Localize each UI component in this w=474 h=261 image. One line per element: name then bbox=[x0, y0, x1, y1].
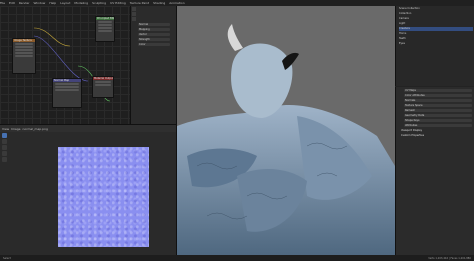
tab-modeling[interactable]: Modeling bbox=[74, 1, 88, 5]
node-normal-map[interactable]: Normal Map bbox=[52, 78, 82, 108]
node-editor[interactable]: Image Texture Principled BSDF Normal Map… bbox=[0, 6, 131, 124]
tab-view[interactable] bbox=[132, 17, 136, 21]
node-title: Principled BSDF bbox=[96, 17, 114, 20]
status-bar: Select Verts 1,203,442 | Faces 1,201,880 bbox=[0, 255, 474, 261]
outliner-item[interactable]: Camera bbox=[399, 17, 473, 21]
outliner-item[interactable]: Scene Collection bbox=[399, 7, 473, 11]
select-tool-icon[interactable] bbox=[2, 133, 7, 138]
node-title: Material Output bbox=[93, 77, 113, 80]
menu-window[interactable]: Window bbox=[34, 1, 46, 5]
3d-viewport[interactable] bbox=[177, 6, 395, 255]
prop-row[interactable]: Remesh bbox=[404, 109, 472, 112]
tab-sculpting[interactable]: Sculpting bbox=[92, 1, 106, 5]
tab-shading[interactable]: Shading bbox=[153, 1, 165, 5]
prop-row[interactable]: Shape Keys bbox=[404, 119, 472, 122]
clone-tool-icon[interactable] bbox=[2, 151, 7, 156]
image-name-field[interactable]: normal_map.png bbox=[23, 127, 48, 131]
prop-row[interactable]: UV Maps bbox=[404, 89, 472, 92]
outliner-item[interactable]: Teeth bbox=[399, 37, 473, 41]
outliner-item[interactable]: Eyes bbox=[399, 42, 473, 46]
prop-row[interactable]: Normals bbox=[404, 99, 472, 102]
prop-row[interactable]: Attributes bbox=[404, 124, 472, 127]
normal-map-image bbox=[58, 147, 149, 247]
image-editor-menu-view[interactable]: View bbox=[2, 127, 9, 131]
creature-sculpt bbox=[177, 6, 395, 255]
fill-tool-icon[interactable] bbox=[2, 157, 7, 162]
prop-field[interactable]: Mapping bbox=[138, 28, 170, 31]
status-right: Verts 1,203,442 | Faces 1,201,880 bbox=[428, 256, 471, 260]
node-properties-panel: Normal Mapping Vector Strength Color bbox=[131, 6, 177, 124]
prop-field[interactable]: Strength bbox=[138, 38, 170, 41]
outliner-item-selected[interactable]: Creature bbox=[399, 27, 473, 31]
tab-animation[interactable]: Animation bbox=[169, 1, 184, 5]
tab-layout[interactable]: Layout bbox=[60, 1, 70, 5]
brush-tool-icon[interactable] bbox=[2, 139, 7, 144]
tab-item[interactable] bbox=[132, 7, 136, 11]
outliner[interactable]: Scene Collection Collection Camera Light… bbox=[395, 6, 474, 86]
menu-edit[interactable]: Edit bbox=[9, 1, 15, 5]
outliner-item[interactable]: Collection bbox=[399, 12, 473, 16]
node-image-texture[interactable]: Image Texture bbox=[12, 38, 36, 74]
prop-row[interactable]: Geometry Data bbox=[404, 114, 472, 117]
menu-help[interactable]: Help bbox=[49, 1, 56, 5]
smear-tool-icon[interactable] bbox=[2, 145, 7, 150]
image-editor-menu-image[interactable]: Image bbox=[11, 127, 20, 131]
menu-render[interactable]: Render bbox=[19, 1, 30, 5]
prop-field[interactable]: Color bbox=[138, 43, 170, 46]
node-principled-bsdf[interactable]: Principled BSDF bbox=[95, 16, 115, 42]
outliner-item[interactable]: Horns bbox=[399, 32, 473, 36]
prop-field[interactable]: Vector bbox=[138, 33, 170, 36]
node-title: Image Texture bbox=[13, 39, 35, 42]
menu-file[interactable]: File bbox=[0, 1, 5, 5]
tab-texture-paint[interactable]: Texture Paint bbox=[130, 1, 149, 5]
tab-uv-editing[interactable]: UV Editing bbox=[110, 1, 126, 5]
prop-row[interactable]: Color Attributes bbox=[404, 94, 472, 97]
tab-tool[interactable] bbox=[132, 12, 136, 16]
section-header[interactable]: Viewport Display bbox=[401, 129, 472, 132]
section-header[interactable]: Custom Properties bbox=[401, 134, 472, 137]
prop-row[interactable]: Texture Space bbox=[404, 104, 472, 107]
image-editor-header: View Image normal_map.png bbox=[0, 125, 176, 132]
status-left: Select bbox=[3, 256, 11, 260]
outliner-item[interactable]: Light bbox=[399, 22, 473, 26]
node-title: Normal Map bbox=[53, 79, 81, 82]
properties-editor[interactable]: UV Maps Color Attributes Normals Texture… bbox=[395, 87, 474, 255]
prop-field[interactable]: Normal bbox=[138, 23, 170, 26]
node-material-output[interactable]: Material Output bbox=[92, 76, 114, 98]
